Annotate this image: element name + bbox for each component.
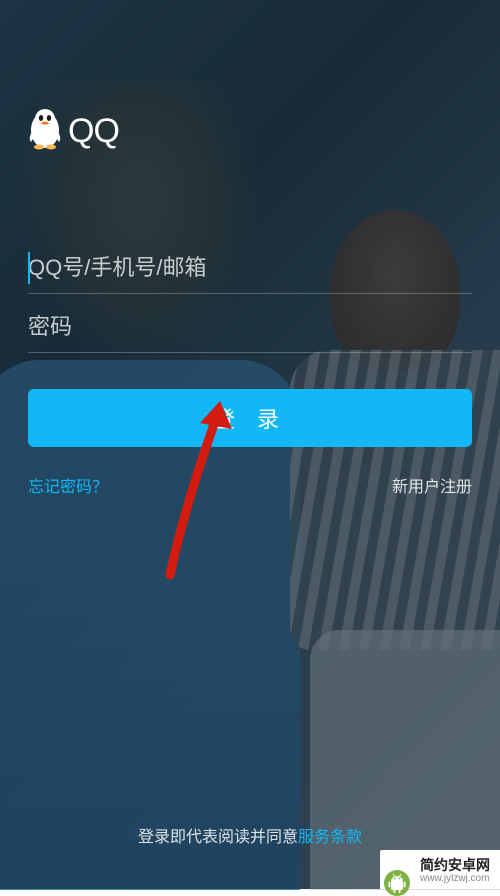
logo-text: QQ [68,112,119,151]
watermark: 简约安卓网 www.jylzwj.com [380,850,500,889]
login-button[interactable]: 登 录 [28,389,472,447]
password-input-wrap[interactable] [28,302,472,353]
forgot-password-link[interactable]: 忘记密码？ [28,473,108,497]
footer-agreement: 登录即代表阅读并同意服务条款 [28,823,472,847]
logo-row: QQ [28,108,472,155]
watermark-url: www.jylzwj.com [420,873,490,884]
account-input[interactable] [28,255,472,281]
penguin-icon [28,108,62,155]
account-input-wrap[interactable] [28,243,472,294]
terms-link[interactable]: 服务条款 [298,829,362,846]
footer-prefix: 登录即代表阅读并同意 [138,829,298,846]
login-form: 登 录 忘记密码？ 新用户注册 [28,243,472,497]
watermark-name: 简约安卓网 [420,857,490,873]
register-link[interactable]: 新用户注册 [392,473,472,497]
password-input[interactable] [28,314,472,340]
